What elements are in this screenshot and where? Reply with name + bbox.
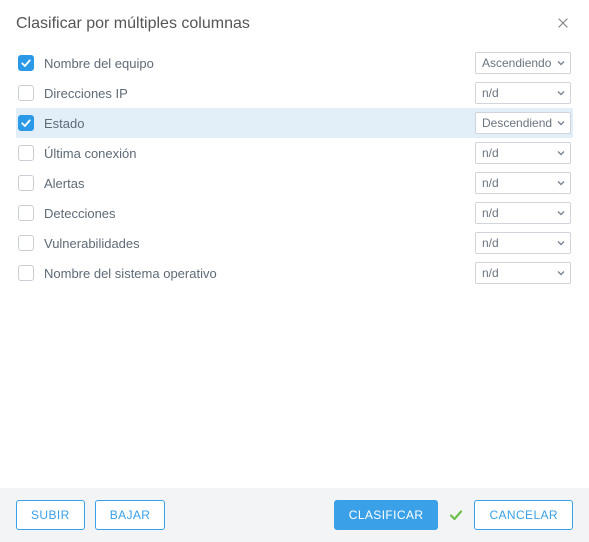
column-label: Detecciones [44, 206, 116, 221]
sort-order-select-wrap: n/d [475, 232, 571, 254]
column-label: Nombre del sistema operativo [44, 266, 217, 281]
column-label: Direcciones IP [44, 86, 128, 101]
sort-order-select-wrap: n/d [475, 142, 571, 164]
column-checkbox[interactable] [18, 265, 34, 281]
sort-order-select-wrap: n/d [475, 172, 571, 194]
column-row-left: Nombre del equipo [18, 55, 154, 71]
column-checkbox[interactable] [18, 235, 34, 251]
sort-order-select[interactable]: n/d [475, 232, 571, 254]
sort-order-select[interactable]: n/d [475, 82, 571, 104]
column-checkbox[interactable] [18, 85, 34, 101]
columns-list: Nombre del equipo Ascendiendo Direcciones … [0, 44, 589, 488]
sort-order-select-wrap: Ascendiendo [475, 52, 571, 74]
column-row[interactable]: Alertas n/d [16, 168, 573, 198]
sort-order-select[interactable]: n/d [475, 142, 571, 164]
move-down-button[interactable]: BAJAR [95, 500, 166, 530]
footer-right: CLASIFICAR CANCELAR [334, 500, 573, 530]
sort-order-select-wrap: n/d [475, 202, 571, 224]
column-checkbox[interactable] [18, 115, 34, 131]
sort-order-select-wrap: Descendiendo [475, 112, 571, 134]
sort-dialog: Clasificar por múltiples columnas Nombre… [0, 0, 589, 542]
column-row-left: Nombre del sistema operativo [18, 265, 217, 281]
success-check-icon [448, 507, 464, 523]
column-label: Vulnerabilidades [44, 236, 140, 251]
column-row[interactable]: Nombre del equipo Ascendiendo [16, 48, 573, 78]
classify-button[interactable]: CLASIFICAR [334, 500, 439, 530]
sort-order-select[interactable]: n/d [475, 262, 571, 284]
column-row[interactable]: Estado Descendiendo [16, 108, 573, 138]
close-icon [556, 16, 570, 33]
sort-order-select[interactable]: n/d [475, 202, 571, 224]
column-row-left: Direcciones IP [18, 85, 128, 101]
column-checkbox[interactable] [18, 55, 34, 71]
sort-order-select-wrap: n/d [475, 262, 571, 284]
column-row[interactable]: Nombre del sistema operativo n/d [16, 258, 573, 288]
dialog-title: Clasificar por múltiples columnas [16, 15, 250, 33]
dialog-footer: SUBIR BAJAR CLASIFICAR CANCELAR [0, 488, 589, 542]
column-row-left: Vulnerabilidades [18, 235, 140, 251]
move-up-button[interactable]: SUBIR [16, 500, 85, 530]
column-row-left: Última conexión [18, 145, 137, 161]
cancel-button[interactable]: CANCELAR [474, 500, 573, 530]
column-row-left: Alertas [18, 175, 84, 191]
column-row[interactable]: Vulnerabilidades n/d [16, 228, 573, 258]
column-label: Nombre del equipo [44, 56, 154, 71]
sort-order-select[interactable]: Ascendiendo [475, 52, 571, 74]
sort-order-select[interactable]: Descendiendo [475, 112, 571, 134]
column-checkbox[interactable] [18, 145, 34, 161]
column-label: Alertas [44, 176, 84, 191]
column-row[interactable]: Última conexión n/d [16, 138, 573, 168]
sort-order-select-wrap: n/d [475, 82, 571, 104]
column-label: Estado [44, 116, 84, 131]
sort-order-select[interactable]: n/d [475, 172, 571, 194]
footer-left: SUBIR BAJAR [16, 500, 165, 530]
close-button[interactable] [553, 14, 573, 34]
column-checkbox[interactable] [18, 205, 34, 221]
column-checkbox[interactable] [18, 175, 34, 191]
dialog-header: Clasificar por múltiples columnas [0, 0, 589, 44]
column-label: Última conexión [44, 146, 137, 161]
column-row-left: Estado [18, 115, 84, 131]
column-row[interactable]: Direcciones IP n/d [16, 78, 573, 108]
column-row-left: Detecciones [18, 205, 116, 221]
column-row[interactable]: Detecciones n/d [16, 198, 573, 228]
